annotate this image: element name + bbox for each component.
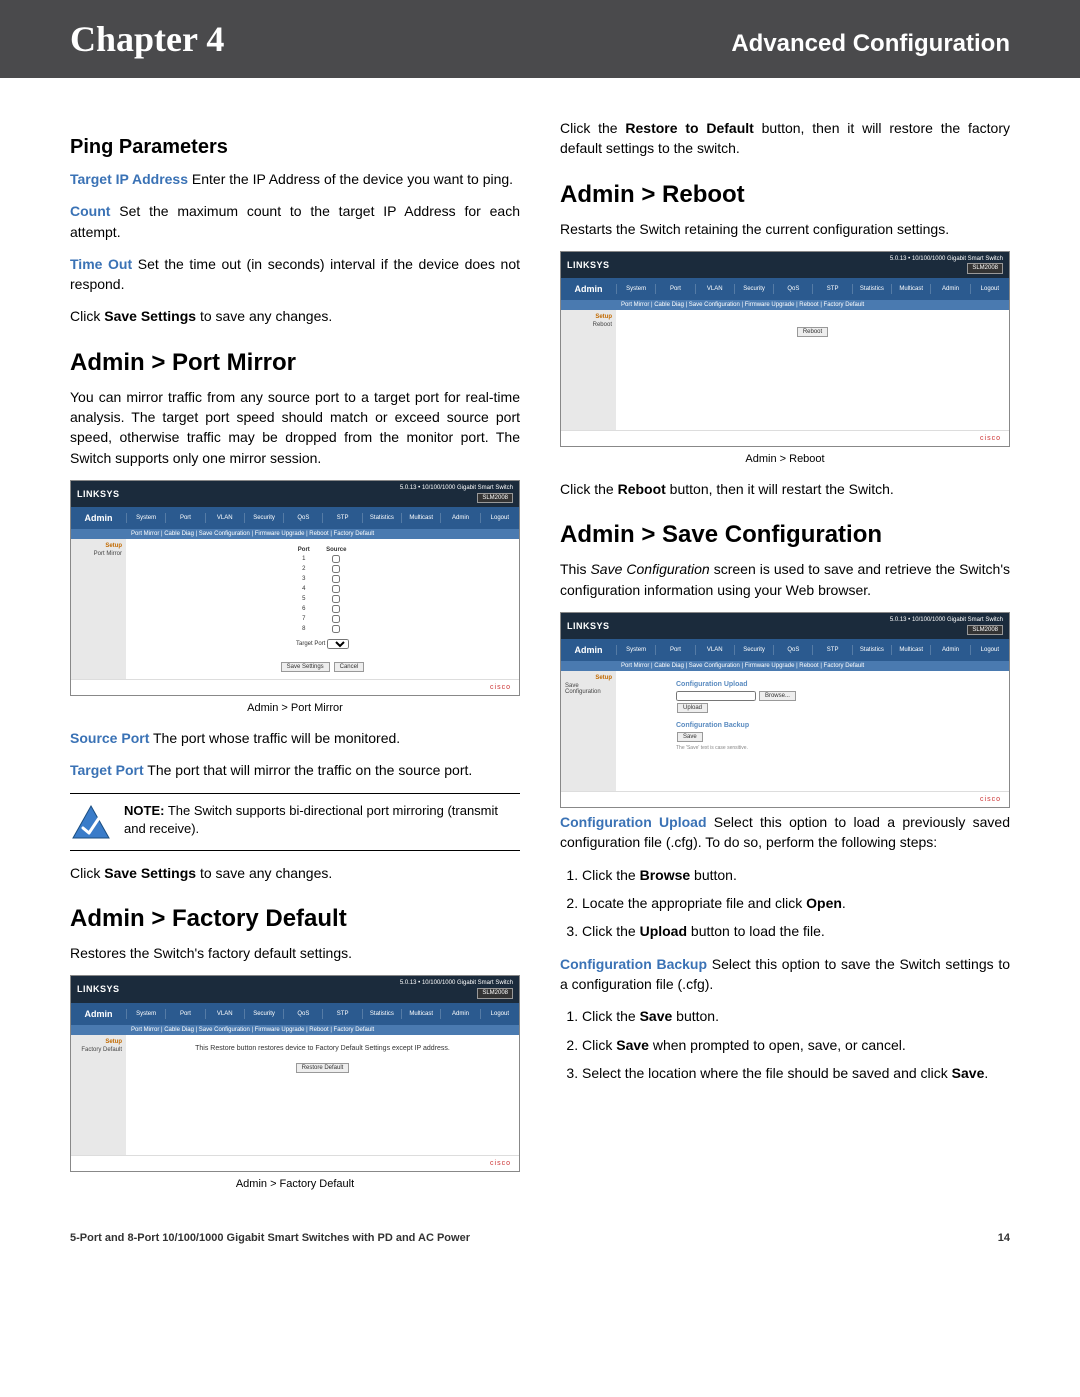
page-footer: 5-Port and 8-Port 10/100/1000 Gigabit Sm…: [0, 1224, 1080, 1274]
cisco-logo: cisco: [490, 684, 511, 691]
shot-target-select: [327, 639, 349, 649]
shot-chk: [331, 575, 341, 583]
shot-browse-btn: Browse...: [759, 691, 796, 701]
click-save-1: Click Save Settings to save any changes.: [70, 306, 520, 326]
shot-side-port-mirror: Port Mirror: [94, 551, 122, 557]
count-label: Count: [70, 203, 110, 219]
shot-chk: [331, 595, 341, 603]
reboot-heading: Admin > Reboot: [560, 181, 1010, 209]
target-port-param: Target Port The port that will mirror th…: [70, 760, 520, 780]
count-text: Set the maximum count to the target IP A…: [70, 203, 520, 239]
port-mirror-caption: Admin > Port Mirror: [70, 702, 520, 714]
reboot-para: Restarts the Switch retaining the curren…: [560, 219, 1010, 239]
shot-save-btn: Save Settings: [281, 662, 330, 672]
footer-product-name: 5-Port and 8-Port 10/100/1000 Gigabit Sm…: [70, 1232, 470, 1244]
right-column: Click the Restore to Default button, the…: [560, 118, 1010, 1204]
reboot-screenshot: LINKSYS 5.0.13 • 10/100/1000 Gigabit Sma…: [560, 251, 1010, 465]
backup-steps: Click the Save button. Click Save when p…: [582, 1006, 1010, 1083]
target-port-label: Target Port: [70, 762, 144, 778]
shot-subnav: Port Mirror | Cable Diag | Save Configur…: [71, 529, 519, 539]
target-ip-param: Target IP Address Enter the IP Address o…: [70, 169, 520, 189]
config-upload-label: Configuration Upload: [560, 814, 707, 830]
shot-nav-tabs: SystemPortVLANSecurityQoSSTPStatisticsMu…: [126, 513, 519, 523]
note-label: NOTE:: [124, 803, 164, 818]
timeout-param: Time Out Set the time out (in seconds) i…: [70, 254, 520, 295]
shot-chk: [331, 585, 341, 593]
reboot-caption: Admin > Reboot: [560, 453, 1010, 465]
count-param: Count Set the maximum count to the targe…: [70, 201, 520, 242]
shot-chk: [331, 605, 341, 613]
page-body: Ping Parameters Target IP Address Enter …: [0, 78, 1080, 1224]
checkmark-triangle-icon: [70, 802, 112, 842]
shot-cancel-btn: Cancel: [334, 662, 365, 672]
shot-upload-btn: Upload: [677, 703, 708, 713]
config-upload-param: Configuration Upload Select this option …: [560, 812, 1010, 853]
restore-click-para: Click the Restore to Default button, the…: [560, 118, 1010, 159]
shot-reboot-btn: Reboot: [797, 327, 828, 337]
factory-default-para: Restores the Switch's factory default se…: [70, 943, 520, 963]
factory-default-screenshot: LINKSYS 5.0.13 • 10/100/1000 Gigabit Sma…: [70, 975, 520, 1189]
source-port-label: Source Port: [70, 730, 149, 746]
shot-chk: [331, 565, 341, 573]
port-mirror-screenshot: LINKSYS 5.0.13 • 10/100/1000 Gigabit Sma…: [70, 480, 520, 714]
target-ip-text: Enter the IP Address of the device you w…: [188, 171, 513, 187]
note-box: NOTE: The Switch supports bi-directional…: [70, 793, 520, 851]
target-ip-label: Target IP Address: [70, 171, 188, 187]
chapter-label: Chapter 4: [70, 18, 224, 60]
shot-chk: [331, 555, 341, 563]
chapter-header: Chapter 4 Advanced Configuration: [0, 0, 1080, 78]
source-port-param: Source Port The port whose traffic will …: [70, 728, 520, 748]
left-column: Ping Parameters Target IP Address Enter …: [70, 118, 520, 1204]
shot-side-setup: Setup: [105, 543, 122, 549]
config-backup-param: Configuration Backup Select this option …: [560, 954, 1010, 995]
shot-ports-table: PortSource 1 2 3 4 5 6 7 8 Target Port: [289, 545, 356, 651]
ping-parameters-heading: Ping Parameters: [70, 136, 520, 159]
timeout-label: Time Out: [70, 256, 132, 272]
shot-file-input: [676, 691, 756, 701]
shot-chk: [331, 615, 341, 623]
shot-chk: [331, 625, 341, 633]
port-mirror-para: You can mirror traffic from any source p…: [70, 387, 520, 468]
shot-save-btn2: Save: [677, 732, 703, 742]
shot-logo: LINKSYS: [77, 489, 120, 499]
save-config-heading: Admin > Save Configuration: [560, 521, 1010, 549]
note-text: The Switch supports bi-directional port …: [124, 803, 498, 836]
upload-steps: Click the Browse button. Locate the appr…: [582, 865, 1010, 942]
header-section-title: Advanced Configuration: [731, 30, 1010, 58]
save-config-para: This Save Configuration screen is used t…: [560, 559, 1010, 600]
factory-default-heading: Admin > Factory Default: [70, 905, 520, 933]
factory-default-caption: Admin > Factory Default: [70, 1178, 520, 1190]
port-mirror-heading: Admin > Port Mirror: [70, 349, 520, 377]
page-number: 14: [998, 1232, 1010, 1244]
timeout-text: Set the time out (in seconds) interval i…: [70, 256, 520, 292]
save-config-screenshot: LINKSYS 5.0.13 • 10/100/1000 Gigabit Sma…: [560, 612, 1010, 808]
shot-nav-admin: Admin: [71, 509, 126, 527]
reboot-click-para: Click the Reboot button, then it will re…: [560, 479, 1010, 499]
shot-model-badge: SLM2008: [477, 493, 513, 504]
click-save-2: Click Save Settings to save any changes.: [70, 863, 520, 883]
config-backup-label: Configuration Backup: [560, 956, 707, 972]
shot-restore-btn: Restore Default: [296, 1063, 350, 1073]
